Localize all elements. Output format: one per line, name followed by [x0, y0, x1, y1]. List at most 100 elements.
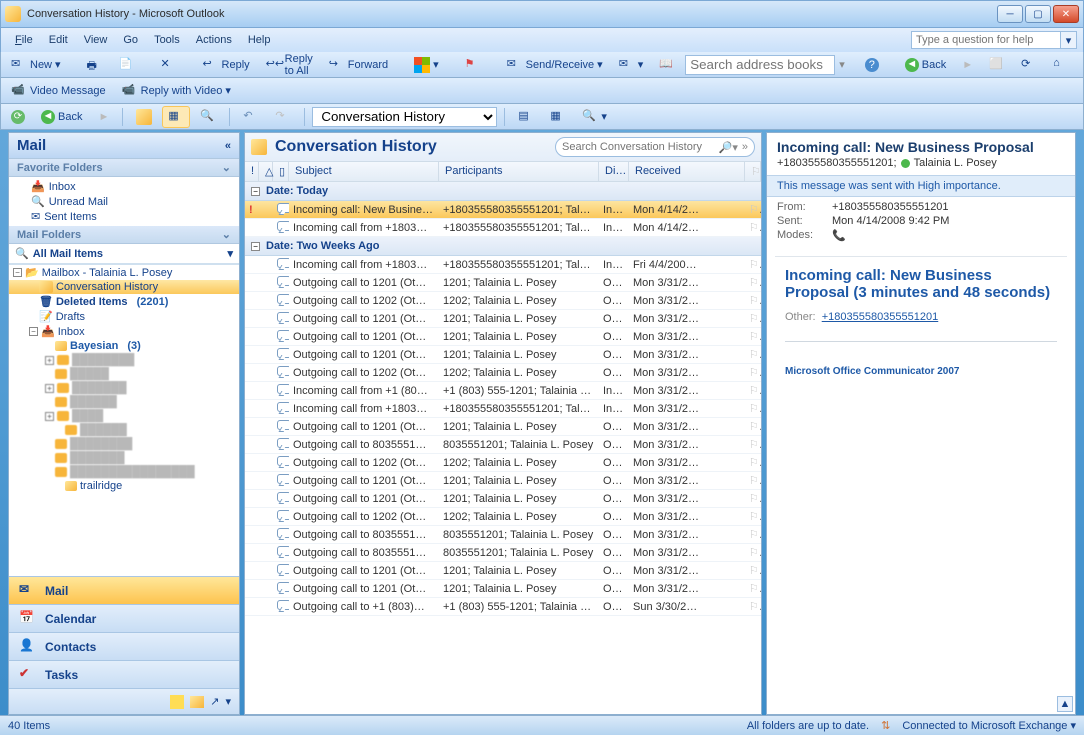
safe-lists-button[interactable]: ✉▾ [613, 54, 650, 76]
up-folder-button[interactable] [130, 106, 158, 128]
col-participants[interactable]: Participants [439, 162, 599, 181]
menu-actions[interactable]: Actions [188, 32, 240, 48]
col-flag[interactable]: ⚐ [745, 162, 761, 181]
menu-edit[interactable]: Edit [41, 32, 76, 48]
message-row[interactable]: Outgoing call to 1201 (Ot…1201; Talainia… [245, 562, 761, 580]
reply-video-button[interactable]: 📹Reply with Video ▾ [116, 80, 237, 102]
col-importance[interactable]: ! [245, 162, 259, 181]
folder-blurred[interactable]: ████████ [9, 437, 239, 451]
configure-buttons-icon[interactable]: ▾ [225, 695, 231, 708]
menu-help[interactable]: Help [240, 32, 279, 48]
help-button[interactable]: ? [859, 55, 885, 75]
chevron-down-icon[interactable]: » [742, 141, 748, 153]
message-row[interactable]: Outgoing call to 1201 (Ot…1201; Talainia… [245, 580, 761, 598]
folder-deleted-items[interactable]: 🗑Deleted Items (2201) [9, 294, 239, 309]
help-search-input[interactable] [911, 31, 1061, 49]
group-header[interactable]: −Date: Two Weeks Ago [245, 237, 761, 256]
menu-file[interactable]: File [7, 32, 41, 48]
message-row[interactable]: !Incoming call: New Busine…+180355580355… [245, 201, 761, 219]
message-row[interactable]: Outgoing call to 1202 (Ot…1202; Talainia… [245, 508, 761, 526]
folder-trailridge[interactable]: trailridge [9, 479, 239, 493]
message-row[interactable]: Outgoing call to 1201 (Ot…1201; Talainia… [245, 310, 761, 328]
search-builder-button[interactable]: 🔍▾ [576, 106, 613, 128]
refresh-nav-button[interactable]: ⟳ [5, 107, 31, 127]
message-row[interactable]: Incoming call from +1 (80…+1 (803) 555-1… [245, 382, 761, 400]
reading-pane-button[interactable]: ▦ [162, 106, 190, 128]
message-row[interactable]: Incoming call from +1803…+18035558035555… [245, 219, 761, 237]
folder-inbox[interactable]: −📥Inbox [9, 324, 239, 339]
breadcrumb-select[interactable]: Conversation History [312, 107, 497, 127]
col-received[interactable]: Received [629, 162, 745, 181]
message-row[interactable]: Outgoing call to 1201 (Ot…1201; Talainia… [245, 274, 761, 292]
all-mail-items[interactable]: 🔍All Mail Items▾ [9, 246, 239, 261]
list-search-input[interactable] [562, 141, 719, 153]
find-button[interactable]: 🔍 [1079, 54, 1084, 76]
close-button[interactable]: ✕ [1053, 5, 1079, 23]
message-row[interactable]: Outgoing call to 1201 (Ot…1201; Talainia… [245, 490, 761, 508]
menu-tools[interactable]: Tools [146, 32, 188, 48]
fav-sent[interactable]: ✉Sent Items [9, 209, 239, 224]
move-button[interactable]: 📄 [113, 54, 141, 76]
delete-button[interactable]: ✕ [155, 54, 183, 76]
favorite-folders-header[interactable]: Favorite Folders⌄ [9, 159, 239, 177]
message-row[interactable]: Outgoing call to 8035551…8035551201; Tal… [245, 544, 761, 562]
message-list[interactable]: −Date: Today!Incoming call: New Busine…+… [245, 182, 761, 714]
folder-blurred[interactable]: ████████████████ [9, 465, 239, 479]
back-button-nav[interactable]: ◄Back [35, 107, 88, 127]
view-layout2-button[interactable]: ▦ [544, 106, 572, 128]
col-reminder[interactable]: △ [259, 162, 273, 181]
fav-inbox[interactable]: 📥Inbox [9, 179, 239, 194]
other-link[interactable]: +180355580355551201 [822, 311, 939, 323]
sidebar-calendar[interactable]: 📅Calendar [9, 604, 239, 632]
forward-button-nav[interactable]: ► [92, 108, 115, 126]
collapse-box-icon[interactable]: − [251, 242, 260, 251]
message-row[interactable]: Outgoing call to 1201 (Ot…1201; Talainia… [245, 328, 761, 346]
folder-blurred[interactable]: █████ [9, 367, 239, 381]
message-row[interactable]: Outgoing call to 1202 (Ot…1202; Talainia… [245, 292, 761, 310]
search-addressbooks-input[interactable] [685, 55, 835, 75]
folder-conversation-history[interactable]: Conversation History [9, 280, 239, 294]
folder-blurred[interactable]: +███████ [9, 381, 239, 395]
mailbox-root[interactable]: −📂Mailbox - Talainia L. Posey [9, 265, 239, 280]
folder-blurred[interactable]: ██████ [9, 395, 239, 409]
mail-folders-header[interactable]: Mail Folders⌄ [9, 226, 239, 244]
message-row[interactable]: Outgoing call to 1201 (Ot…1201; Talainia… [245, 418, 761, 436]
message-row[interactable]: Outgoing call to 1202 (Ot…1202; Talainia… [245, 364, 761, 382]
folder-blurred[interactable]: +████████ [9, 353, 239, 367]
notes-icon[interactable] [170, 695, 184, 709]
new-button[interactable]: ✉New ▾ [5, 54, 67, 76]
group-header[interactable]: −Date: Today [245, 182, 761, 201]
col-icon[interactable]: ▯ [273, 162, 289, 181]
addressbook-button[interactable]: 📖 [653, 54, 681, 76]
view-layout1-button[interactable]: ▤ [512, 106, 540, 128]
video-message-button[interactable]: 📹Video Message [5, 80, 112, 102]
print-button[interactable]: 🖶 [81, 54, 109, 76]
forward-button[interactable]: ↪Forward [323, 54, 394, 76]
message-row[interactable]: Outgoing call to 1201 (Ot…1201; Talainia… [245, 346, 761, 364]
magnifier-icon[interactable]: 🔎 [719, 141, 733, 154]
folder-blurred[interactable]: ██████ [9, 423, 239, 437]
shortcuts-icon[interactable]: ↗ [210, 695, 219, 708]
list-search[interactable]: 🔎▾ » [555, 137, 755, 157]
home-button[interactable]: ⌂ [1047, 54, 1075, 76]
message-row[interactable]: Incoming call from +1803…+18035558035555… [245, 400, 761, 418]
maximize-button[interactable]: ▢ [1025, 5, 1051, 23]
message-row[interactable]: Outgoing call to 8035551…8035551201; Tal… [245, 436, 761, 454]
sidebar-mail[interactable]: ✉Mail [9, 576, 239, 604]
undo-button[interactable]: ↶ [237, 106, 265, 128]
forward-nav-button[interactable]: ► [956, 56, 979, 74]
sidebar-contacts[interactable]: 👤Contacts [9, 632, 239, 660]
help-search-dropdown[interactable]: ▾ [1061, 31, 1077, 49]
back-button-tb1[interactable]: ◄Back [899, 55, 952, 75]
minimize-button[interactable]: ─ [997, 5, 1023, 23]
message-row[interactable]: Outgoing call to 8035551…8035551201; Tal… [245, 526, 761, 544]
menu-go[interactable]: Go [115, 32, 146, 48]
reply-all-button[interactable]: ↩↩Reply to All [260, 50, 319, 80]
folder-blurred[interactable]: ███████ [9, 451, 239, 465]
message-row[interactable]: Incoming call from +1803…+18035558035555… [245, 256, 761, 274]
collapse-icon[interactable]: « [225, 140, 231, 152]
col-subject[interactable]: Subject [289, 162, 439, 181]
stop-button[interactable]: ⬜ [983, 54, 1011, 76]
folder-list-icon[interactable] [190, 696, 204, 708]
categorize-button[interactable]: ▾ [408, 54, 445, 76]
